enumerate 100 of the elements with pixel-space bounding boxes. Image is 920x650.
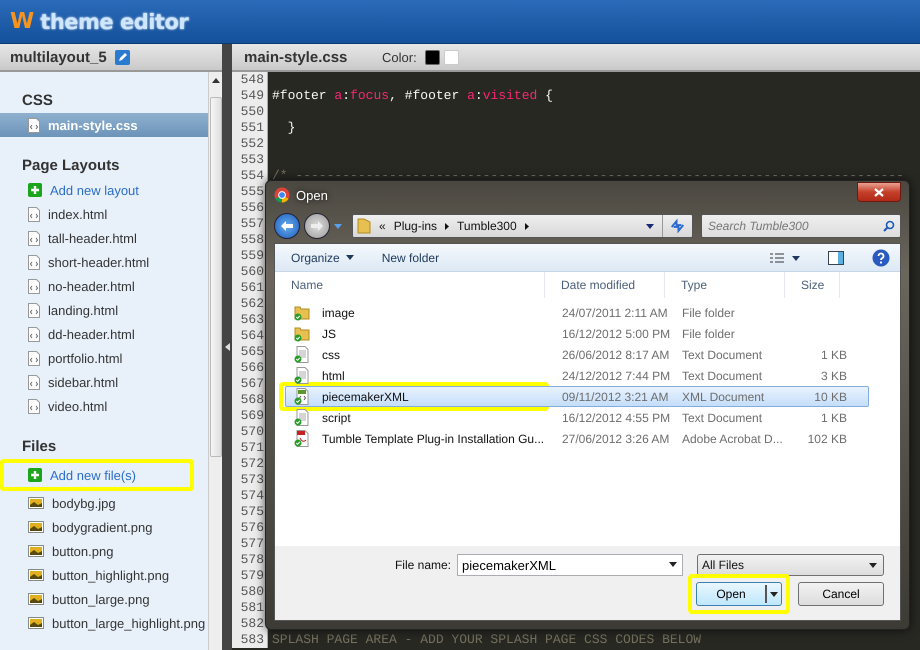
add-link[interactable]: Add new layout [0,178,208,202]
filetype-select[interactable]: All Files [697,554,884,576]
caret-icon [770,592,778,596]
file-row[interactable]: image 24/07/2011 2:11 AM File folder [285,302,869,323]
code-line: SPLASH PAGE AREA - ADD YOUR SPLASH PAGE CSS CODES BELOW [271,632,702,648]
open-button[interactable]: Open [696,582,782,606]
file-row[interactable]: JS 16/12/2012 5:00 PM File folder [285,323,869,344]
close-icon [874,188,884,196]
code-file-icon [28,206,40,222]
file-item[interactable]: tall-header.html [0,226,208,250]
code-file-icon [28,350,40,366]
file-date: 27/06/2012 3:26 AM [561,432,670,446]
app-title: theme editor [40,10,188,34]
line-number: 573 [232,472,268,488]
view-icon[interactable] [770,252,800,262]
file-date: 16/12/2012 4:55 PM [561,410,672,424]
file-name: script [321,410,351,424]
folder-icon [294,304,310,321]
xml-file-icon [294,388,310,405]
file-item[interactable]: index.html [0,202,208,226]
code-file-icon [28,118,40,132]
file-size: 10 KB [813,390,848,404]
code-file-icon [28,254,40,270]
line-number: 566 [232,360,268,376]
file-item[interactable]: short-header.html [0,250,208,274]
preview-pane-icon[interactable] [828,250,844,264]
file-item[interactable]: button.png [0,539,208,563]
file-size: 102 KB [806,432,848,446]
line-number: 571 [232,440,268,456]
file-item[interactable]: landing.html [0,298,208,322]
line-number: 574 [232,488,268,504]
code-line: /* ------------------------------------------------------------------------------ [271,168,904,184]
file-type: Text Document [681,368,764,382]
line-number: 578 [232,552,268,568]
file-type: XML Document [681,390,766,404]
image-file-icon [28,521,44,533]
line-number: 575 [232,504,268,520]
file-row[interactable]: css 26/06/2012 8:17 AM Text Document 1 KB [285,344,869,365]
edit-icon[interactable] [114,50,130,64]
help-icon[interactable] [872,248,890,266]
scroll-up-icon[interactable] [212,78,220,83]
path-crumb[interactable]: Tumble300 [457,219,517,233]
image-file-icon [28,497,44,509]
column-header[interactable]: Type [665,272,785,298]
file-type: Adobe Acrobat D... [681,432,784,446]
address-bar[interactable]: « Plug-ins Tumble300 [352,214,693,238]
line-number: 549 [232,88,268,104]
line-number: 563 [232,312,268,328]
line-number: 562 [232,296,268,312]
file-item[interactable]: button_large.png [0,587,208,611]
close-button[interactable] [857,182,901,202]
chevron-icon [445,222,450,230]
file-item[interactable]: no-header.html [0,274,208,298]
code-line: #footer a:focus, #footer a:visited { [271,88,553,104]
file-date: 26/06/2012 8:17 AM [561,348,670,362]
file-row[interactable]: html 24/12/2012 7:44 PM Text Document 3 KB [285,365,869,386]
file-name: Tumble Template Plug-in Installation Gu... [321,432,544,446]
file-date: 16/12/2012 5:00 PM [561,326,672,340]
file-item[interactable]: dd-header.html [0,322,208,346]
color-swatch[interactable] [424,50,440,64]
forward-button[interactable] [304,213,330,239]
cancel-button[interactable]: Cancel [798,582,884,606]
line-number: 576 [232,520,268,536]
code-file-icon [28,326,40,342]
back-arrow-icon [281,221,293,231]
plus-icon [28,468,42,482]
file-type: File folder [681,306,736,320]
file-type: Text Document [681,410,764,424]
file-item[interactable]: portfolio.html [0,346,208,370]
new-folder-button[interactable]: New folder [382,250,440,264]
file-item[interactable]: sidebar.html [0,370,208,394]
search-field[interactable]: Search Tumble300 [701,214,901,238]
collapse-icon[interactable] [224,343,230,351]
file-row[interactable]: piecemakerXML 09/11/2012 3:21 AM XML Document 10 KB [285,386,869,407]
file-item[interactable]: video.html [0,394,208,418]
file-item[interactable]: bodygradient.png [0,515,208,539]
line-number: 572 [232,456,268,472]
file-item[interactable]: button_large_highlight.png [0,611,208,635]
column-header[interactable]: Date modified [545,272,665,298]
file-item[interactable]: button_highlight.png [0,563,208,587]
file-row[interactable]: Tumble Template Plug-in Installation Gu... 27/06/2012 3:26 AM Adobe Acrobat D... 102 KB [285,428,869,449]
add-link[interactable]: Add new file(s) [0,459,194,491]
line-number: 570 [232,424,268,440]
path-prefix[interactable]: « [379,219,386,233]
code-file-icon [28,278,40,294]
line-number: 577 [232,536,268,552]
column-header[interactable]: Name [275,272,545,298]
back-button[interactable] [274,213,300,239]
organize-button[interactable]: Organize [291,250,354,264]
folder-icon [294,325,310,342]
filename-field[interactable]: piecemakerXML [457,554,683,576]
logo-letter: W [10,9,34,34]
file-row[interactable]: script 16/12/2012 4:55 PM Text Document 1 KB [285,407,869,428]
file-size: 1 KB [820,410,848,424]
scrollbar[interactable] [208,72,222,650]
line-number: 564 [232,328,268,344]
path-crumb[interactable]: Plug-ins [394,219,438,233]
line-number: 569 [232,408,268,424]
column-header[interactable]: Size [785,272,840,298]
file-item[interactable]: bodybg.jpg [0,491,208,515]
